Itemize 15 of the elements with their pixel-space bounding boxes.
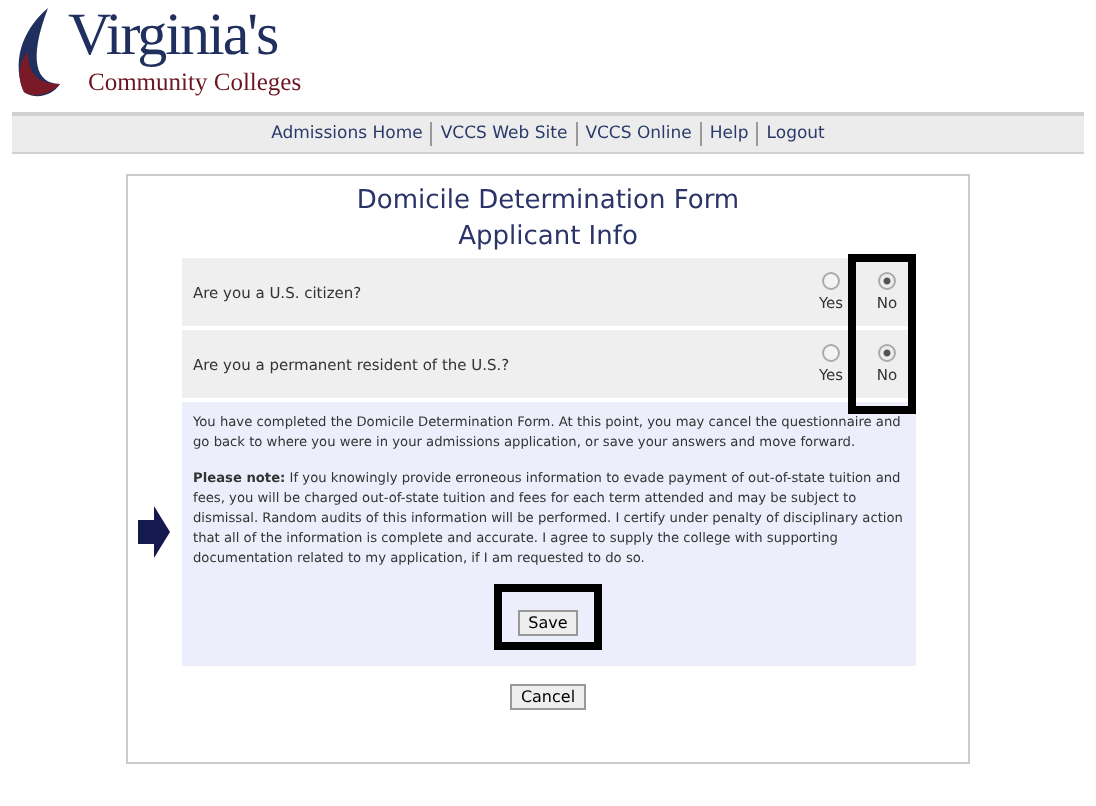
form-title: Domicile Determination Form [356,186,740,216]
nav-link[interactable]: Help [699,122,757,146]
nav-link[interactable]: Logout [756,122,833,146]
radio-button[interactable] [878,272,896,290]
save-button[interactable]: Save [518,610,578,636]
nav-link[interactable]: Admissions Home [263,122,431,146]
radio-button[interactable] [822,344,840,362]
logo-subtitle: Community Colleges [88,68,302,96]
radio-button[interactable] [878,344,896,362]
nav-link[interactable]: VCCS Web Site [430,122,576,146]
radio-button[interactable] [822,272,840,290]
form-subtitle: Applicant Info [458,222,638,252]
cancel-button[interactable]: Cancel [510,684,586,710]
logo-title: Virginia's [68,4,280,68]
nav-link[interactable]: VCCS Online [575,122,700,146]
